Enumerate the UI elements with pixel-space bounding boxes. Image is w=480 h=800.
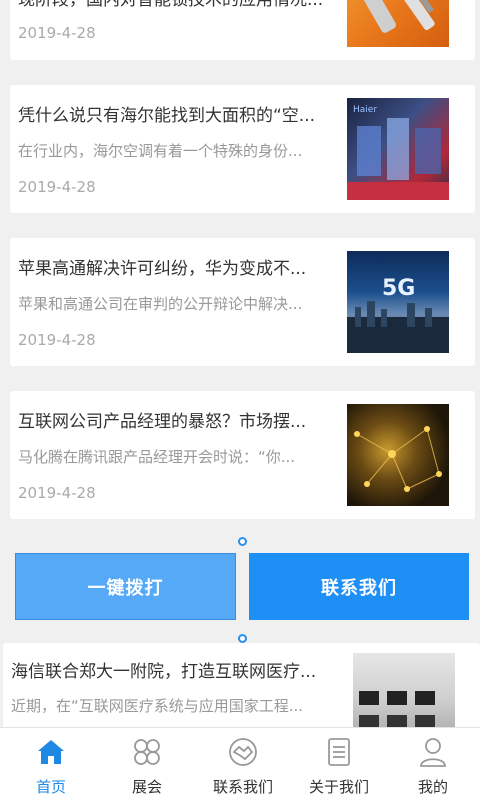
news-title: 互联网公司产品经理的暴怒？市场摆... xyxy=(18,412,307,432)
tab-mine[interactable]: 我的 xyxy=(385,728,480,800)
handshake-icon xyxy=(227,736,259,768)
one-tap-call-button[interactable]: 一键拨打 xyxy=(15,553,236,620)
tab-label: 首页 xyxy=(35,778,66,796)
expo-icon xyxy=(131,736,163,768)
fiveg-text: 5G xyxy=(382,276,415,301)
tab-label: 联系我们 xyxy=(212,778,273,796)
news-title: 现阶段，国内对智能锁技术的应用情况... xyxy=(18,0,324,10)
pager-dot xyxy=(238,634,247,643)
document-icon xyxy=(323,736,355,768)
contact-us-button[interactable]: 联系我们 xyxy=(249,553,469,620)
home-icon xyxy=(35,736,67,768)
news-summary: 近期，在“互联网医疗系统与应用国家工程... xyxy=(11,697,304,715)
news-thumbnail xyxy=(347,404,449,506)
news-title: 苹果高通解决许可纠纷，华为变成不... xyxy=(18,259,307,279)
news-summary: 马化腾在腾讯跟产品经理开会时说：“你... xyxy=(18,448,296,466)
tab-about[interactable]: 关于我们 xyxy=(291,728,387,800)
news-card[interactable]: 互联网公司产品经理的暴怒？市场摆... 马化腾在腾讯跟产品经理开会时说：“你..… xyxy=(10,391,475,519)
news-card[interactable]: 现阶段，国内对智能锁技术的应用情况... 2019-4-28 xyxy=(10,0,475,60)
news-title: 海信联合郑大一附院，打造互联网医疗... xyxy=(11,662,317,682)
news-summary: 在行业内，海尔空调有着一个特殊的身份... xyxy=(18,142,303,160)
news-date: 2019-4-28 xyxy=(18,331,96,349)
news-thumbnail: Haier xyxy=(347,98,449,200)
tab-expo[interactable]: 展会 xyxy=(99,728,195,800)
tab-contact[interactable]: 联系我们 xyxy=(195,728,291,800)
bottom-tab-bar: 首页 展会 联系我们 关于我们 我的 xyxy=(0,727,480,800)
news-date: 2019-4-28 xyxy=(18,178,96,196)
user-icon xyxy=(417,736,449,768)
news-card[interactable]: 苹果高通解决许可纠纷，华为变成不... 苹果和高通公司在审判的公开辩论中解决..… xyxy=(10,238,475,366)
tab-home[interactable]: 首页 xyxy=(3,728,99,800)
tab-label: 我的 xyxy=(417,778,448,796)
news-thumbnail xyxy=(347,0,449,47)
pager-dot xyxy=(238,537,247,546)
tab-label: 展会 xyxy=(131,778,162,796)
news-date: 2019-4-28 xyxy=(18,484,96,502)
news-date: 2019-4-28 xyxy=(18,24,96,42)
haier-logo-text: Haier xyxy=(353,105,377,115)
news-summary: 苹果和高通公司在审判的公开辩论中解决... xyxy=(18,295,303,313)
tab-label: 关于我们 xyxy=(308,778,369,796)
news-thumbnail: 5G xyxy=(347,251,449,353)
news-card[interactable]: 凭什么说只有海尔能找到大面积的“空... 在行业内，海尔空调有着一个特殊的身份.… xyxy=(10,85,475,213)
news-title: 凭什么说只有海尔能找到大面积的“空... xyxy=(18,106,316,126)
